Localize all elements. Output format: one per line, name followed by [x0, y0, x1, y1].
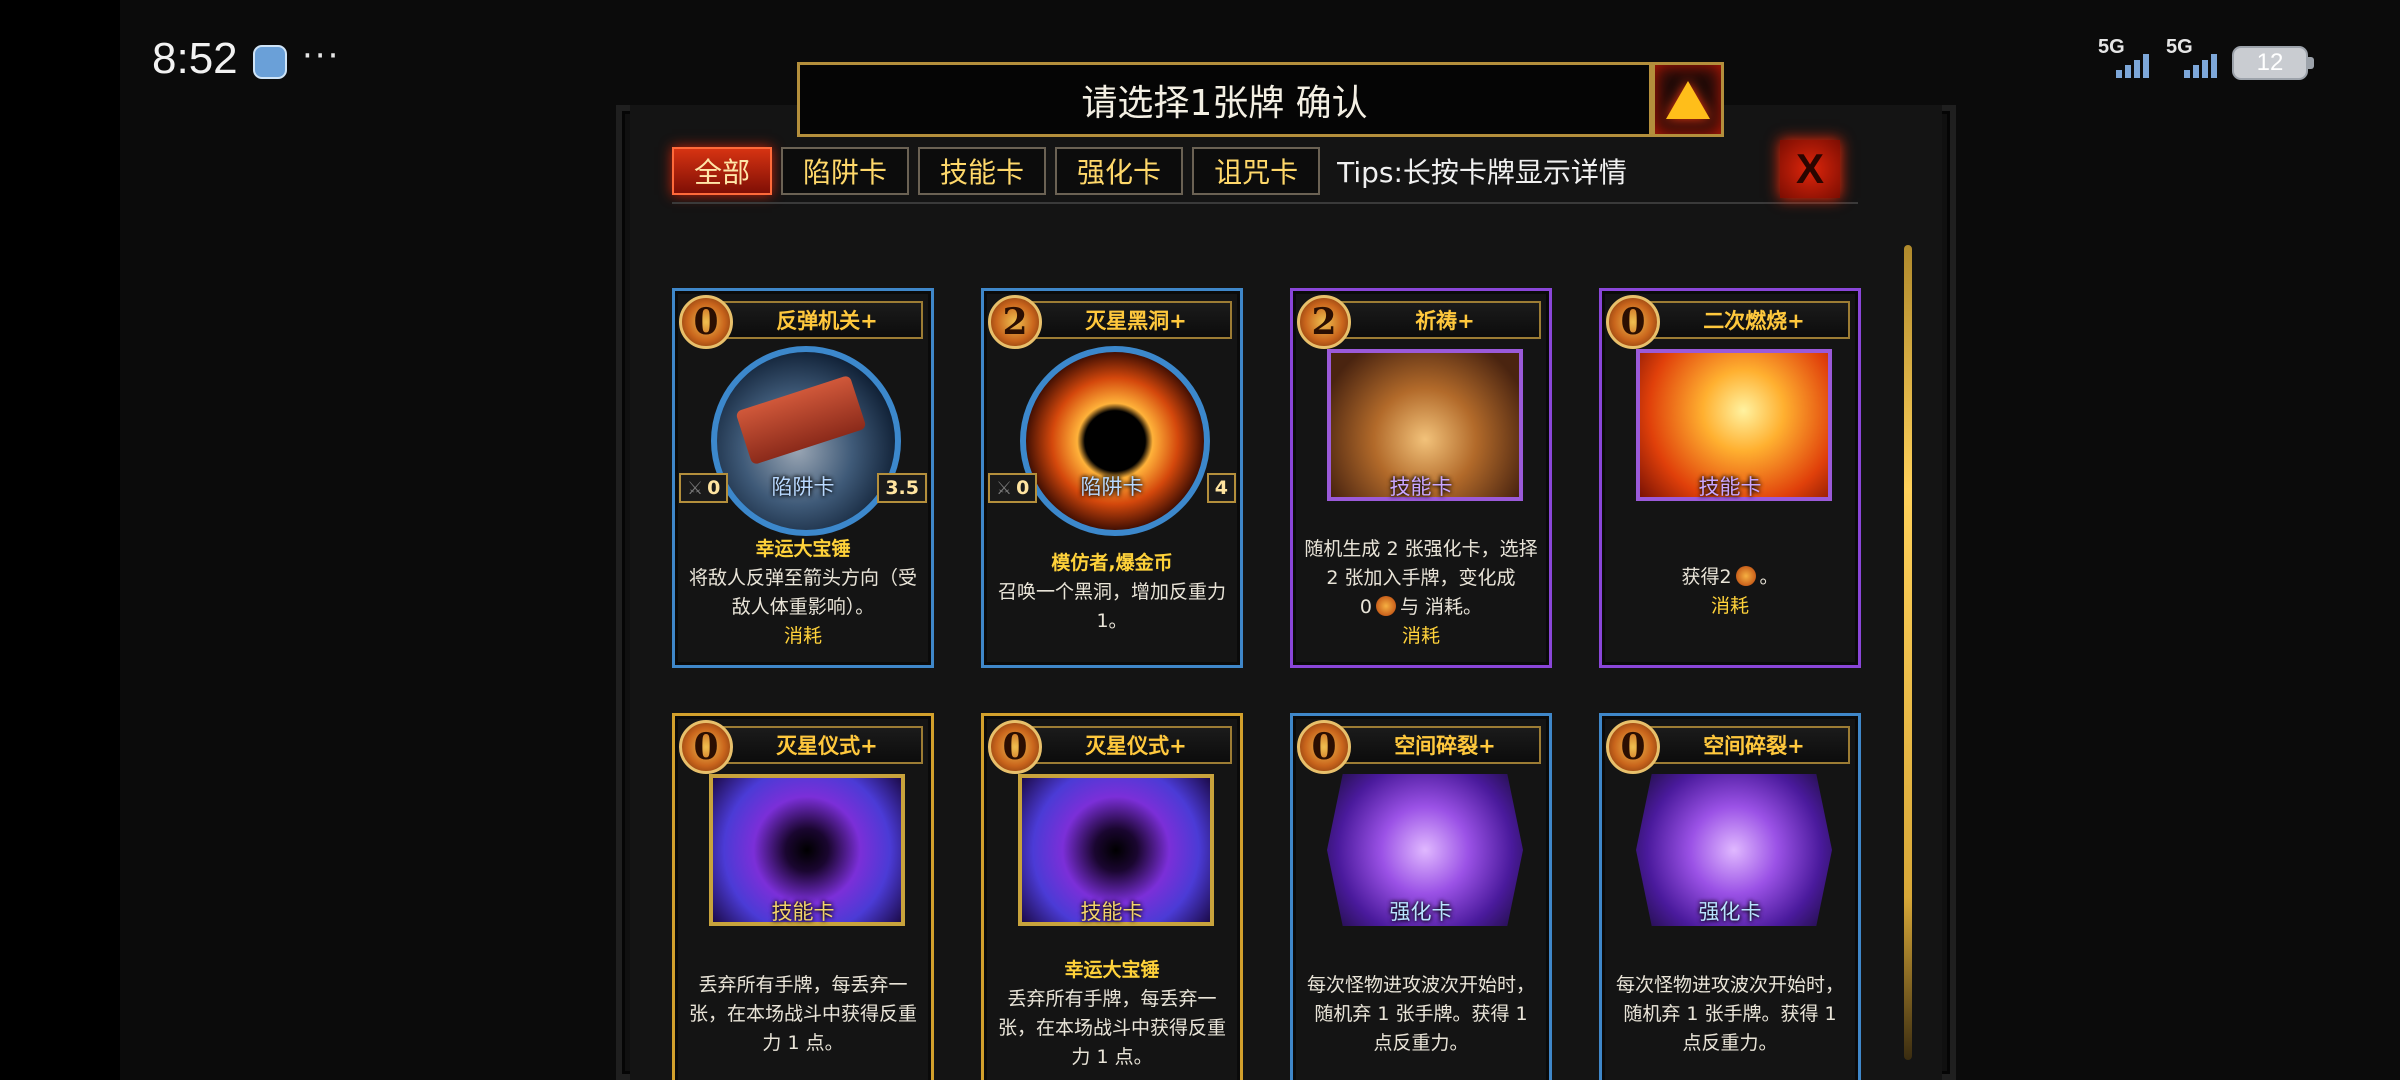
card-type: 技能卡 — [771, 900, 835, 924]
card-name: 反弹机关+ — [705, 301, 923, 339]
cost-coin: 0 — [679, 295, 733, 349]
card-ritual[interactable]: 0 灭星仪式+ 技能卡 幸运大宝锤 丢弃所有手牌，每丢弃一张，在本场战斗中获得反… — [981, 713, 1243, 1080]
card-name: 灭星仪式+ — [1014, 726, 1232, 764]
signal-bars-icon — [2116, 54, 2150, 78]
close-button[interactable]: X — [1780, 140, 1840, 198]
sim2-signal: 5G — [2166, 36, 2217, 78]
card-name: 二次燃烧+ — [1632, 301, 1850, 339]
card-space-shatter[interactable]: 0 空间碎裂+ 强化卡 每次怪物进攻波次开始时，随机弃 1 张手牌。获得 1 点… — [1290, 713, 1552, 1080]
more-dots-icon: ··· — [302, 36, 341, 76]
card-description: 模仿者,爆金币 召唤一个黑洞，增加反重力1。 — [997, 552, 1226, 632]
cost-coin: 0 — [1606, 720, 1660, 774]
card-description: 每次怪物进攻波次开始时，随机弃 1 张手牌。获得 1 点反重力。 — [1306, 974, 1535, 1054]
tips-text: Tips:长按卡牌显示详情 — [1337, 156, 1627, 189]
filter-tabs: 全部 陷阱卡 技能卡 强化卡 诅咒卡 Tips:长按卡牌显示详情 — [672, 146, 1627, 196]
cost-coin: 0 — [1297, 720, 1351, 774]
card-description: 幸运大宝锤 丢弃所有手牌，每丢弃一张，在本场战斗中获得反重力 1 点。 — [997, 959, 1226, 1068]
card-type: 强化卡 — [1698, 900, 1762, 924]
card-name: 空间碎裂+ — [1323, 726, 1541, 764]
left-black-strip — [0, 0, 120, 1080]
card-type: 陷阱卡 — [1080, 475, 1144, 499]
card-name: 灭星黑洞+ — [1014, 301, 1232, 339]
card-ritual[interactable]: 0 灭星仪式+ 技能卡 丢弃所有手牌，每丢弃一张，在本场战斗中获得反重力 1 点… — [672, 713, 934, 1080]
card-art — [711, 346, 901, 536]
cost-coin: 0 — [1606, 295, 1660, 349]
tab-all[interactable]: 全部 — [672, 147, 773, 195]
card-burn[interactable]: 0 二次燃烧+ 技能卡 获得2。 消耗 — [1599, 288, 1861, 668]
tab-skill[interactable]: 技能卡 — [918, 147, 1047, 195]
card-fantan[interactable]: 0 反弹机关+ ⚔ 0 3.5 陷阱卡 幸运大宝锤 将敌人反弹至箭头方向（受敌人体… — [672, 288, 934, 668]
card-black-hole[interactable]: 2 灭星黑洞+ ⚔ 0 4 陷阱卡 模仿者,爆金币 召唤一个黑洞，增加反重力1。 — [981, 288, 1243, 668]
card-name: 灭星仪式+ — [705, 726, 923, 764]
card-description: 获得2。 消耗 — [1681, 566, 1779, 617]
tab-curse[interactable]: 诅咒卡 — [1192, 147, 1321, 195]
card-type: 技能卡 — [1080, 900, 1144, 924]
cost-coin: 2 — [1297, 295, 1351, 349]
coin-icon — [1735, 566, 1756, 586]
battery-indicator: 12 — [2232, 46, 2314, 80]
card-type: 技能卡 — [1698, 475, 1762, 499]
card-name: 祈祷+ — [1323, 301, 1541, 339]
divider — [672, 202, 1858, 204]
coin-icon — [1376, 596, 1397, 616]
card-space-shatter[interactable]: 0 空间碎裂+ 强化卡 每次怪物进攻波次开始时，随机弃 1 张手牌。获得 1 点… — [1599, 713, 1861, 1080]
status-time: 8:52 — [152, 34, 238, 83]
card-type: 技能卡 — [1389, 475, 1453, 499]
tab-boost[interactable]: 强化卡 — [1055, 147, 1184, 195]
sim1-signal: 5G — [2098, 36, 2149, 78]
card-description: 丢弃所有手牌，每丢弃一张，在本场战斗中获得反重力 1 点。 — [688, 974, 917, 1054]
scrollbar[interactable] — [1904, 245, 1912, 1060]
card-type: 强化卡 — [1389, 900, 1453, 924]
card-description: 每次怪物进攻波次开始时，随机弃 1 张手牌。获得 1 点反重力。 — [1615, 974, 1844, 1054]
card-description: 随机生成 2 张强化卡，选择 2 张加入手牌，变化成 0与 消耗。 消耗 — [1304, 538, 1538, 647]
signal-bars-icon — [2184, 54, 2218, 78]
tab-trap[interactable]: 陷阱卡 — [781, 147, 910, 195]
cost-coin: 0 — [679, 720, 733, 774]
confirm-button[interactable] — [1652, 62, 1724, 137]
cost-coin: 0 — [988, 720, 1042, 774]
triangle-up-icon — [1666, 80, 1710, 119]
card-name: 空间碎裂+ — [1632, 726, 1850, 764]
card-art — [1020, 346, 1210, 536]
app-notification-icon — [253, 45, 287, 79]
card-type: 陷阱卡 — [771, 475, 835, 499]
cost-coin: 2 — [988, 295, 1042, 349]
card-description: 幸运大宝锤 将敌人反弹至箭头方向（受敌人体重影响）。 消耗 — [688, 538, 917, 647]
card-pray[interactable]: 2 祈祷+ 技能卡 随机生成 2 张强化卡，选择 2 张加入手牌，变化成 0与 … — [1290, 288, 1552, 668]
dialog-title: 请选择1张牌 确认 — [797, 62, 1652, 137]
